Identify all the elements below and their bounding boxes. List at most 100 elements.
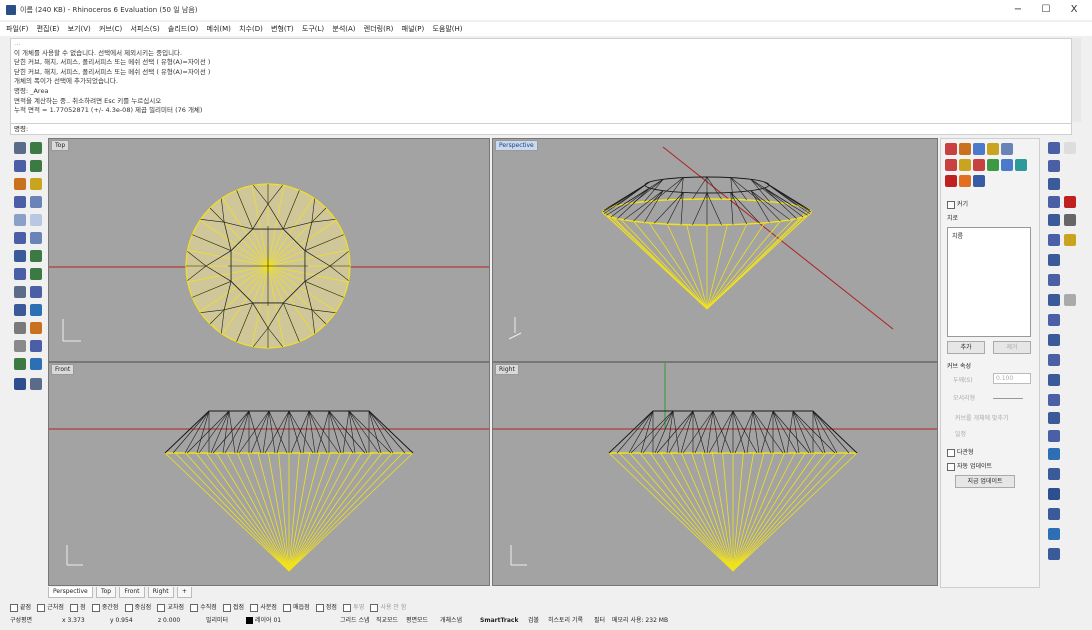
toolbar-icon[interactable] [1064,142,1076,154]
auto-update-row[interactable]: 자동 업데이트 [947,461,992,471]
polyline-checkbox[interactable] [947,448,955,457]
tab-front[interactable]: Front [119,587,145,598]
check-icon[interactable] [1048,448,1060,460]
sphere-icon[interactable] [30,250,42,262]
menu-render[interactable]: 렌더링(R) [364,22,394,36]
arc-icon[interactable] [30,178,42,190]
layer-list[interactable]: 치름 [947,227,1031,337]
circle-icon[interactable] [14,178,26,190]
zebra-icon[interactable] [1048,430,1060,442]
help-tab-icon[interactable] [987,143,999,155]
revolve-icon[interactable] [1048,234,1060,246]
section-icon[interactable] [1048,294,1060,306]
osnap-mid[interactable]: 중간점 [91,603,118,613]
menu-tools[interactable]: 도구(L) [302,22,324,36]
taper-slider[interactable] [993,398,1023,399]
layout-icon[interactable] [30,378,42,390]
object-checkbox-row[interactable]: 커기 [947,199,968,209]
pull-icon[interactable] [1048,314,1060,326]
tab-top[interactable]: Top [95,587,117,598]
patch-icon[interactable] [1048,254,1060,266]
fillet-icon[interactable] [30,286,42,298]
command-prompt[interactable]: 명령: [10,123,1072,135]
environment-icon[interactable] [959,159,971,171]
thickness-input[interactable]: 0.100 [993,373,1031,384]
menu-edit[interactable]: 편집(E) [37,22,60,36]
ortho-toggle[interactable]: 직교모드 [376,615,398,626]
ground-plane-icon[interactable] [987,159,999,171]
viewport-label-right[interactable]: Right [495,364,519,375]
named-views-tab-icon[interactable] [1001,143,1013,155]
remove-button[interactable]: 제거 [993,341,1031,354]
smarttrack-toggle[interactable]: SmartTrack [480,615,518,626]
tab-add[interactable]: + [176,587,192,598]
layers-tab-icon[interactable] [959,143,971,155]
rectangle-icon[interactable] [30,196,42,208]
menu-solid[interactable]: 솔리드(O) [168,22,198,36]
offset-icon[interactable] [1048,160,1060,172]
osnap-disable[interactable]: 사용 안 함 [370,603,406,613]
box-icon[interactable] [14,250,26,262]
sweep-icon[interactable] [1064,214,1076,226]
menu-help[interactable]: 도움말(H) [432,22,462,36]
loft-icon[interactable] [1048,214,1060,226]
apply-curve-option[interactable]: 커브를 개체에 맞추기 [955,413,1009,422]
extrude-icon[interactable] [30,232,42,244]
blend-icon[interactable] [1048,196,1060,208]
properties-tab-icon[interactable] [945,143,957,155]
viewport-perspective[interactable]: Perspective [492,138,938,362]
display-tab-icon[interactable] [973,143,985,155]
polyline-icon[interactable] [14,160,26,172]
polygon-icon[interactable] [14,214,26,226]
viewport-label-perspective[interactable]: Perspective [495,140,538,151]
osnap-quad[interactable]: 사분점 [250,603,277,613]
cplane-status[interactable]: 구성평면 [10,615,32,626]
menu-surface[interactable]: 서피스(S) [130,22,159,36]
material-icon[interactable] [945,159,957,171]
osnap-icon[interactable] [1048,142,1060,154]
filter-toggle[interactable]: 필터 [594,615,605,626]
menu-transform[interactable]: 변형(T) [271,22,294,36]
osnap-end[interactable]: 끝점 [10,603,31,613]
osnap-intersection[interactable]: 교차점 [157,603,184,613]
history-toggle[interactable]: 히스토리 기록 [548,615,583,626]
viewport-front[interactable]: Front [48,362,490,586]
planar-toggle[interactable]: 평면모드 [406,615,428,626]
tab-perspective[interactable]: Perspective [48,587,93,598]
draft-icon[interactable] [1048,468,1060,480]
project-icon[interactable] [1064,294,1076,306]
texture-icon[interactable] [973,159,985,171]
fillet-edge-icon[interactable] [1048,178,1060,190]
osnap-point[interactable]: 점 [70,603,86,613]
menu-curve[interactable]: 커브(C) [99,22,122,36]
viewport-top[interactable]: Top [48,138,490,362]
units-status[interactable]: 밀리미터 [206,615,228,626]
gumball-toggle[interactable]: 검볼 [528,615,539,626]
viewport-label-top[interactable]: Top [51,140,70,151]
minimize-button[interactable]: − [1006,2,1030,18]
menu-mesh[interactable]: 메쉬(M) [206,22,230,36]
text-icon[interactable] [30,214,42,226]
tab-right[interactable]: Right [147,587,174,598]
osnap-center[interactable]: 중심점 [124,603,151,613]
auto-update-checkbox[interactable] [947,462,955,471]
array-icon[interactable] [14,340,26,352]
close-button[interactable]: X [1062,2,1086,18]
polyline-checkbox-row[interactable]: 다관형 [947,447,974,457]
select-icon[interactable] [14,142,26,154]
menu-file[interactable]: 파일(F) [6,22,28,36]
library-icon[interactable] [973,175,985,187]
point-icon[interactable] [30,142,42,154]
close-tool-icon[interactable] [1048,508,1060,520]
object-checkbox[interactable] [947,200,955,209]
osnap-near[interactable]: 근처점 [37,603,64,613]
gumball-icon[interactable] [1048,528,1060,540]
menu-dimension[interactable]: 치수(D) [239,22,263,36]
volume-icon[interactable] [1048,374,1060,386]
grid-snap-toggle[interactable]: 그리드 스냅 [340,615,370,626]
ellipse-icon[interactable] [14,196,26,208]
restore-button[interactable]: ☐ [1034,2,1058,18]
move-icon[interactable] [30,340,42,352]
network-icon[interactable] [1064,234,1076,246]
osnap-tangent[interactable]: 접점 [223,603,244,613]
